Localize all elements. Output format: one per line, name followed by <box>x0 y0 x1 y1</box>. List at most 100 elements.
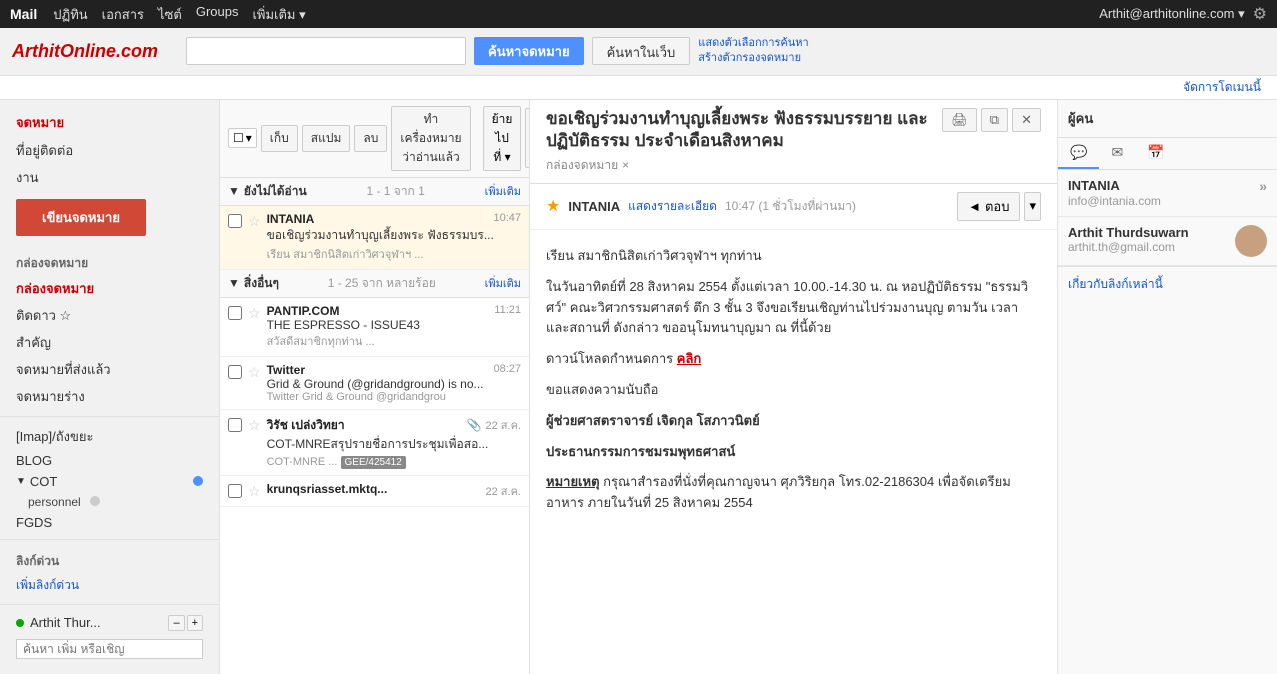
move-to-button[interactable]: ย้ายไปที่ ▾ <box>483 106 522 171</box>
section-unread-more[interactable]: เพิ่มเติม <box>485 182 521 200</box>
inbox-label-tag[interactable]: กล่องจดหมาย <box>546 156 618 175</box>
sidebar-item-starred[interactable]: ติดดาว ☆ <box>0 302 219 329</box>
sidebar-item-inbox[interactable]: กล่องจดหมาย <box>0 275 219 302</box>
right-panel-title: ผู้คน <box>1068 108 1093 129</box>
email-content-pantip: PANTIP.COM 11:21 THE ESPRESSO - ISSUE43 … <box>267 304 521 350</box>
intania-expand-arrow[interactable]: » <box>1259 178 1267 194</box>
sidebar-item-drafts[interactable]: จดหมายร่าง <box>0 383 219 410</box>
email-checkbox-krunq[interactable] <box>228 484 242 498</box>
compose-button[interactable]: เขียนจดหมาย <box>16 199 146 236</box>
section-others-more[interactable]: เพิ่มเติม <box>485 274 521 292</box>
starred-label: ติดดาว ☆ <box>16 305 71 326</box>
email-item-twitter[interactable]: ☆ Twitter 08:27 Grid & Ground (@gridandg… <box>220 357 529 410</box>
email-star-intania[interactable]: ☆ <box>248 213 261 230</box>
subject-area: ขอเชิญร่วมงานทำบุญเลี้ยงพระ ฟังธรรมบรรยา… <box>546 108 934 175</box>
section-unread-label[interactable]: ▼ ยังไม่ได้อ่าน <box>228 182 307 201</box>
reply-more-button[interactable]: ▾ <box>1024 192 1041 221</box>
reply-button[interactable]: ◄ ตอบ <box>957 192 1020 221</box>
email-content-twitter: Twitter 08:27 Grid & Ground (@gridandgro… <box>267 363 521 403</box>
search-input[interactable] <box>186 37 466 65</box>
body-para1: ในวันอาทิตย์ที่ 28 สิงหาคม 2554 ตั้งแต่เ… <box>546 277 1041 339</box>
sidebar-add-link[interactable]: เพิ่มลิงก์ด่วน <box>0 573 219 598</box>
email-item-intania[interactable]: ☆ INTANIA 10:47 ขอเชิญร่วมงานทำบุญเลี้ยง… <box>220 206 529 270</box>
search-options-link[interactable]: แสดงตัวเลือกการค้นหา <box>698 36 808 51</box>
select-checkbox[interactable]: ☐ ▾ <box>228 128 257 148</box>
manage-domain[interactable]: จัดการโดเมนนี้ <box>0 76 1277 100</box>
cot-dot <box>193 476 203 486</box>
sidebar-sub-personnel[interactable]: personnel <box>0 492 219 512</box>
sidebar-item-fgds[interactable]: FGDS <box>0 512 219 533</box>
email-preview-wirach: COT-MNRE ... GEE/425412 <box>267 454 521 469</box>
sidebar-mail-label[interactable]: จดหมาย <box>0 108 219 137</box>
email-star-twitter[interactable]: ☆ <box>248 364 261 381</box>
email-sender-krunq: krunqsriasset.mktq... <box>267 482 388 500</box>
delete-button[interactable]: ลบ <box>354 125 387 152</box>
sidebar-item-important[interactable]: สำคัญ <box>0 329 219 356</box>
email-checkbox-pantip[interactable] <box>228 306 242 320</box>
email-detail-actions: 🖨 ⧉ ✕ <box>942 108 1041 132</box>
email-item-pantip[interactable]: ☆ PANTIP.COM 11:21 THE ESPRESSO - ISSUE4… <box>220 298 529 357</box>
email-content-krunq: krunqsriasset.mktq... 22 ส.ค. <box>267 482 521 500</box>
chat-minimize-btn[interactable]: – <box>168 615 184 631</box>
search-links: แสดงตัวเลือกการค้นหา สร้างตัวกรองจดหมาย <box>698 36 808 67</box>
nav-sites[interactable]: ไซต์ <box>158 4 182 25</box>
close-detail-button[interactable]: ✕ <box>1012 108 1041 132</box>
search-mail-button[interactable]: ค้นหาจดหมาย <box>474 37 584 65</box>
email-star-pantip[interactable]: ☆ <box>248 305 261 322</box>
chat-user-name[interactable]: Arthit Thur... <box>30 615 101 630</box>
attachment-icon: 📎 <box>467 418 482 432</box>
search-area: ArthitOnline.com ค้นหาจดหมาย ค้นหาในเว็บ… <box>0 28 1277 76</box>
tab-chat[interactable]: 💬 <box>1058 138 1099 169</box>
arthit-contact-row: Arthit Thurdsuwarn arthit.th@gmail.com <box>1068 225 1267 257</box>
sidebar-item-contacts[interactable]: ที่อยู่ติดต่อ <box>0 137 219 164</box>
email-checkbox-intania[interactable] <box>228 214 242 228</box>
nav-docs[interactable]: เอกสาร <box>102 4 144 25</box>
sent-label: จดหมายที่ส่งแล้ว <box>16 359 111 380</box>
chat-expand-btn[interactable]: + <box>187 615 203 631</box>
print-button[interactable]: 🖨 <box>942 108 977 132</box>
email-checkbox-wirach[interactable] <box>228 418 242 432</box>
right-panel-header: ผู้คน <box>1058 100 1277 138</box>
email-content-intania: INTANIA 10:47 ขอเชิญร่วมงานทำบุญเลี้ยงพร… <box>267 212 521 263</box>
nav-calendar[interactable]: ปฏิทิน <box>53 4 87 25</box>
tab-calendar[interactable]: 📅 <box>1135 138 1176 169</box>
gear-icon[interactable]: ⚙ <box>1253 4 1267 24</box>
popout-button[interactable]: ⧉ <box>981 108 1008 132</box>
email-star-detail[interactable]: ★ <box>546 196 560 216</box>
section-others-label[interactable]: ▼ สิ่งอื่นๆ <box>228 274 279 293</box>
keep-button[interactable]: เก็บ <box>261 125 298 152</box>
search-web-button[interactable]: ค้นหาในเว็บ <box>592 37 691 65</box>
section-unread-collapse: ▼ <box>228 184 240 198</box>
download-text: ดาวน์โหลดกำหนดการ <box>546 351 673 366</box>
sidebar-item-tasks[interactable]: งาน <box>0 164 219 191</box>
sidebar-item-blog[interactable]: BLOG <box>0 450 219 471</box>
email-checkbox-twitter[interactable] <box>228 365 242 379</box>
spam-button[interactable]: สแปม <box>302 125 351 152</box>
email-star-krunq[interactable]: ☆ <box>248 483 261 500</box>
email-item-krunq[interactable]: ☆ krunqsriasset.mktq... 22 ส.ค. <box>220 476 529 507</box>
email-tag-gee: GEE/425412 <box>341 456 406 469</box>
email-preview-pantip: สวัสดีสมาชิกทุกท่าน ... <box>267 332 521 350</box>
nav-groups[interactable]: Groups <box>196 4 239 25</box>
arthit-email: arthit.th@gmail.com <box>1068 240 1227 254</box>
download-link[interactable]: คลิก <box>677 351 702 366</box>
email-item-wirach[interactable]: ☆ วิรัช เปล่งวิทยา 📎 22 ส.ค. COT-MNREสรุ… <box>220 410 529 476</box>
create-filter-link[interactable]: สร้างตัวกรองจดหมาย <box>698 51 808 66</box>
nav-more[interactable]: เพิ่มเติม ▾ <box>252 4 305 25</box>
inbox-label: กล่องจดหมาย <box>16 278 94 299</box>
meta-expand-link[interactable]: แสดงรายละเอียด <box>628 197 717 216</box>
mark-read-button[interactable]: ทำเครื่องหมายว่าอ่านแล้ว <box>391 106 470 171</box>
email-star-wirach[interactable]: ☆ <box>248 417 261 434</box>
email-preview-twitter: Twitter Grid & Ground @gridandgrou <box>267 391 521 403</box>
sidebar: จดหมาย ที่อยู่ติดต่อ งาน เขียนจดหมาย กล่… <box>0 100 220 674</box>
email-detail: ขอเชิญร่วมงานทำบุญเลี้ยงพระ ฟังธรรมบรรยา… <box>530 100 1057 674</box>
label-close-icon[interactable]: × <box>622 158 629 172</box>
sidebar-item-imap[interactable]: [Imap]/ถังขยะ <box>0 423 219 450</box>
sidebar-item-cot[interactable]: ▼ COT <box>0 471 219 492</box>
chat-search-input[interactable] <box>16 639 203 659</box>
related-links[interactable]: เกี่ยวกับลิงก์เหล่านี้ <box>1058 266 1277 302</box>
email-content-wirach: วิรัช เปล่งวิทยา 📎 22 ส.ค. COT-MNREสรุปร… <box>267 416 521 469</box>
user-account[interactable]: Arthit@arthitonline.com ▾ <box>1099 6 1244 22</box>
tab-mail[interactable]: ✉ <box>1099 138 1135 169</box>
sidebar-item-sent[interactable]: จดหมายที่ส่งแล้ว <box>0 356 219 383</box>
